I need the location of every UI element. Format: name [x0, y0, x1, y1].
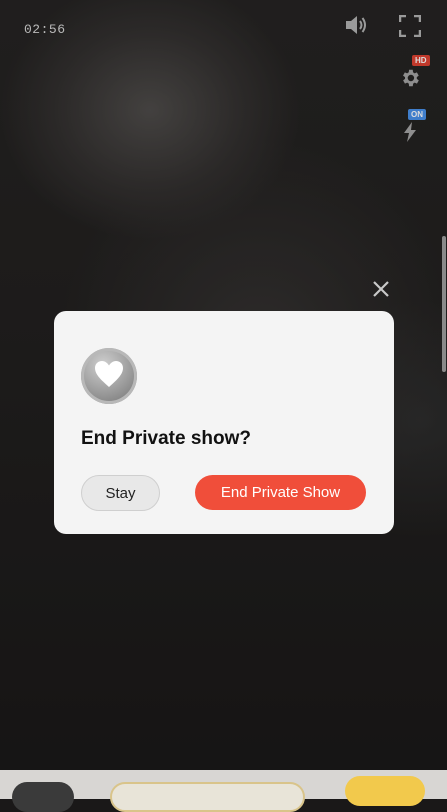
bottom-action-button-center[interactable]: [110, 782, 305, 812]
stay-button[interactable]: Stay: [81, 475, 160, 511]
stream-timer: 02:56: [24, 22, 66, 37]
close-dialog-button[interactable]: [370, 280, 392, 302]
hd-badge: HD: [412, 55, 430, 66]
scrollbar[interactable]: [442, 236, 446, 372]
bottom-action-button-right[interactable]: [345, 776, 425, 806]
end-private-show-dialog: End Private show? Stay End Private Show: [54, 311, 394, 534]
dialog-avatar: [81, 348, 137, 404]
fullscreen-button[interactable]: [397, 14, 423, 42]
volume-button[interactable]: [343, 15, 369, 39]
lightning-icon: [403, 121, 417, 147]
speaker-icon: [344, 14, 368, 41]
fullscreen-icon: [398, 14, 422, 42]
end-private-show-button[interactable]: End Private Show: [195, 475, 366, 510]
bottom-action-button-left[interactable]: [12, 782, 74, 812]
boost-button[interactable]: [401, 121, 419, 147]
dialog-title: End Private show?: [81, 428, 251, 449]
gear-icon: [399, 67, 421, 94]
settings-button[interactable]: [398, 68, 422, 92]
close-icon: [372, 280, 390, 303]
heart-icon: [94, 360, 124, 393]
on-badge: ON: [408, 109, 426, 120]
